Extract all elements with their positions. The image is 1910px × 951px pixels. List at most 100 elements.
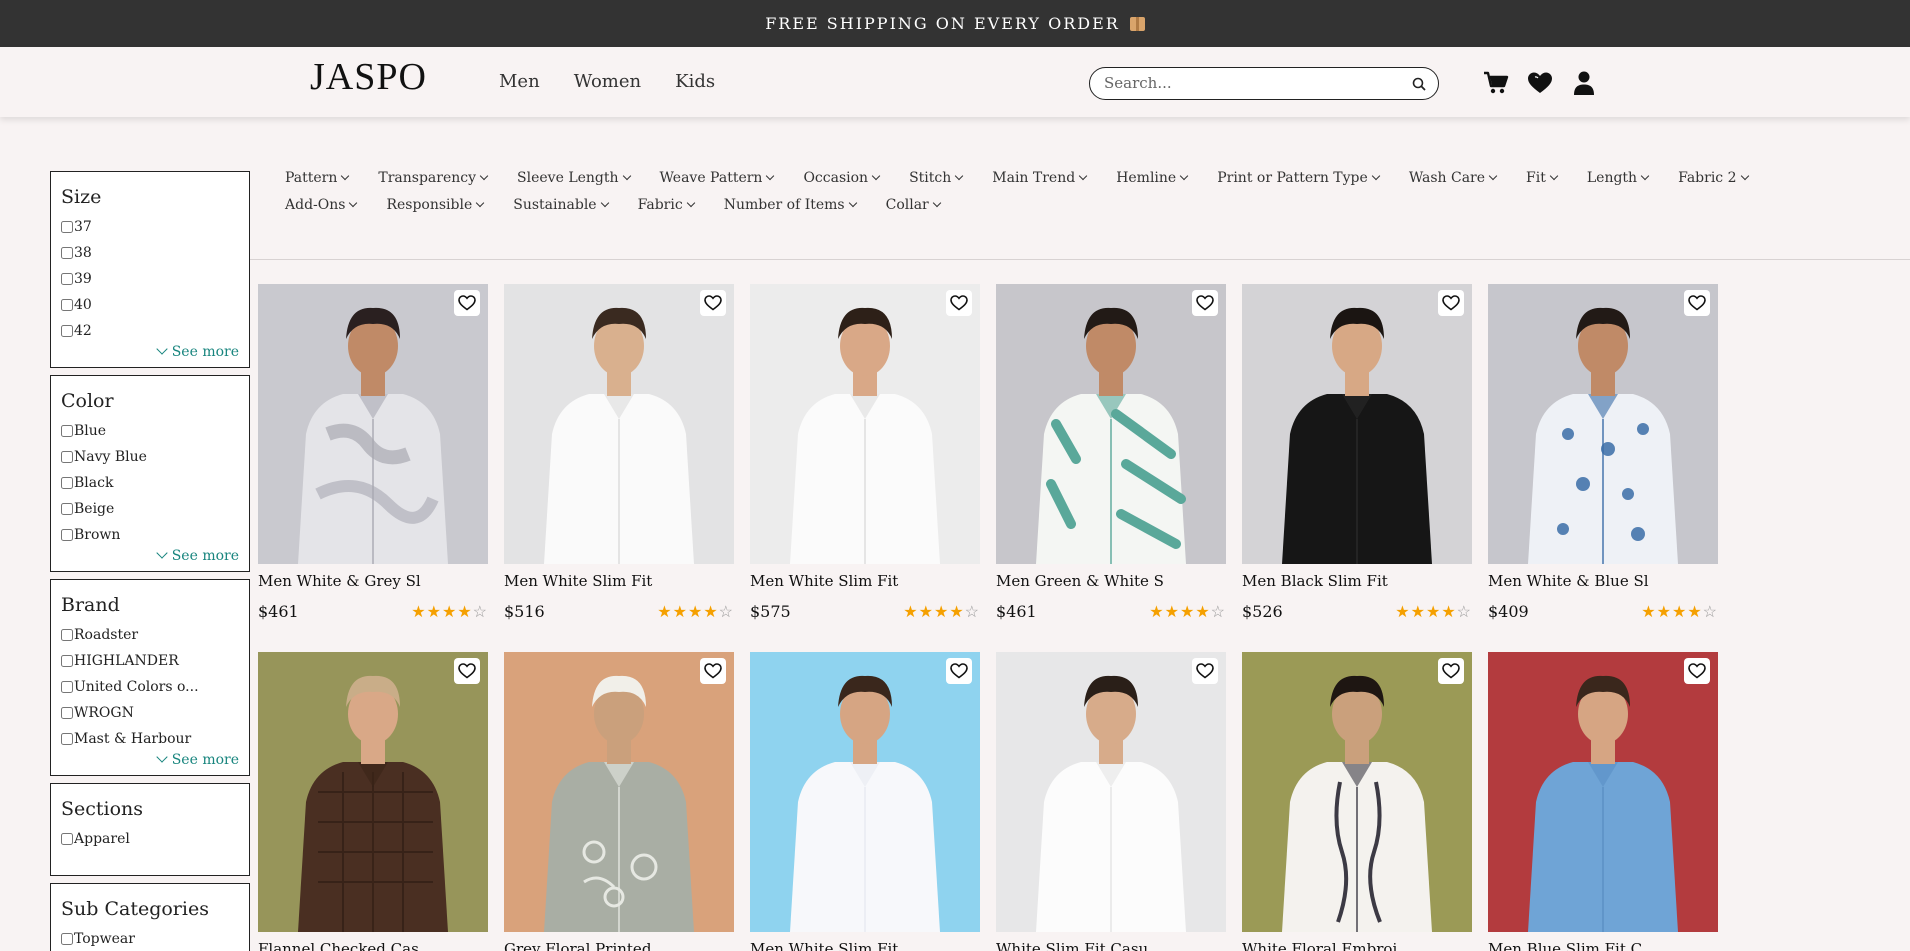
product-image[interactable] [1488,652,1718,932]
filter-dropdown-stitch[interactable]: Stitch [909,168,964,187]
product-image[interactable] [750,284,980,564]
filter-option[interactable]: HIGHLANDER [61,648,239,674]
see-more-link[interactable]: See more [61,343,239,364]
product-image[interactable] [1242,652,1472,932]
filter-dropdown-length[interactable]: Length [1587,168,1650,187]
filter-dropdown-print-or-pattern-type[interactable]: Print or Pattern Type [1217,168,1381,187]
wishlist-heart-icon[interactable] [946,658,972,684]
filter-dropdown-sleeve-length[interactable]: Sleeve Length [517,168,631,187]
product-image[interactable] [1488,284,1718,564]
product-card[interactable]: Men White Slim Fit $516 ★★★★☆ [504,284,734,628]
search-icon[interactable] [1412,77,1426,91]
cart-icon[interactable] [1482,69,1510,97]
nav-kids[interactable]: Kids [675,71,715,92]
filter-dropdown-hemline[interactable]: Hemline [1116,168,1189,187]
wishlist-heart-icon[interactable] [1526,69,1554,97]
wishlist-heart-icon[interactable] [1438,658,1464,684]
checkbox[interactable] [61,477,73,489]
filter-option[interactable]: Beige [61,496,239,522]
filter-dropdown-responsible[interactable]: Responsible [386,195,485,214]
filter-dropdown-weave-pattern[interactable]: Weave Pattern [660,168,775,187]
filter-dropdown-main-trend[interactable]: Main Trend [992,168,1088,187]
product-card[interactable]: Flannel Checked Cas [258,652,488,951]
product-card[interactable]: Men Green & White S $461 ★★★★☆ [996,284,1226,628]
product-name[interactable]: Men White & Blue Sl [1488,572,1718,592]
product-card[interactable]: Men Black Slim Fit $526 ★★★★☆ [1242,284,1472,628]
product-name[interactable]: Flannel Checked Cas [258,940,488,951]
checkbox[interactable] [61,733,73,745]
checkbox[interactable] [61,707,73,719]
checkbox[interactable] [61,833,73,845]
wishlist-heart-icon[interactable] [700,658,726,684]
checkbox[interactable] [61,681,73,693]
see-more-link[interactable]: See more [61,751,239,772]
filter-option[interactable]: WROGN [61,700,239,726]
product-name[interactable]: White Slim Fit Casu [996,940,1226,951]
product-image[interactable] [258,284,488,564]
product-image[interactable] [750,652,980,932]
filter-option[interactable]: 39 [61,266,239,292]
nav-women[interactable]: Women [574,71,641,92]
filter-option[interactable]: Topwear [61,926,239,951]
filter-option[interactable]: 38 [61,240,239,266]
product-card[interactable]: Grey Floral Printed [504,652,734,951]
wishlist-heart-icon[interactable] [454,658,480,684]
product-card[interactable]: Men White & Blue Sl $409 ★★★★☆ [1488,284,1718,628]
product-card[interactable]: Men White Slim Fit [750,652,980,951]
checkbox[interactable] [61,221,73,233]
filter-dropdown-wash-care[interactable]: Wash Care [1409,168,1498,187]
site-logo[interactable]: JASPO [310,55,427,99]
checkbox[interactable] [61,451,73,463]
filter-dropdown-fabric-2[interactable]: Fabric 2 [1678,168,1749,187]
checkbox[interactable] [61,325,73,337]
product-name[interactable]: Men Green & White S [996,572,1226,592]
product-card[interactable]: Men White Slim Fit $575 ★★★★☆ [750,284,980,628]
filter-option[interactable]: Mast & Harbour [61,726,239,752]
filter-option[interactable]: Brown [61,522,239,548]
checkbox[interactable] [61,425,73,437]
checkbox[interactable] [61,629,73,641]
filter-dropdown-add-ons[interactable]: Add-Ons [285,195,358,214]
filter-dropdown-sustainable[interactable]: Sustainable [513,195,609,214]
wishlist-heart-icon[interactable] [1684,290,1710,316]
wishlist-heart-icon[interactable] [454,290,480,316]
filter-dropdown-number-of-items[interactable]: Number of Items [724,195,857,214]
checkbox[interactable] [61,529,73,541]
product-image[interactable] [504,652,734,932]
product-image[interactable] [258,652,488,932]
product-card[interactable]: Men Blue Slim Fit C [1488,652,1718,951]
filter-option[interactable]: Navy Blue [61,444,239,470]
wishlist-heart-icon[interactable] [1192,290,1218,316]
wishlist-heart-icon[interactable] [1684,658,1710,684]
filter-dropdown-occasion[interactable]: Occasion [803,168,881,187]
filter-option[interactable]: 37 [61,214,239,240]
checkbox[interactable] [61,247,73,259]
product-name[interactable]: Grey Floral Printed [504,940,734,951]
filter-option[interactable]: Roadster [61,622,239,648]
wishlist-heart-icon[interactable] [1192,658,1218,684]
filter-option[interactable]: 40 [61,292,239,318]
product-name[interactable]: Men Black Slim Fit [1242,572,1472,592]
see-more-link[interactable]: See more [61,547,239,568]
product-card[interactable]: White Floral Embroi [1242,652,1472,951]
product-name[interactable]: Men White Slim Fit [750,940,980,951]
product-name[interactable]: White Floral Embroi [1242,940,1472,951]
checkbox[interactable] [61,933,73,945]
wishlist-heart-icon[interactable] [946,290,972,316]
product-card[interactable]: White Slim Fit Casu [996,652,1226,951]
product-name[interactable]: Men White Slim Fit [750,572,980,592]
filter-dropdown-transparency[interactable]: Transparency [378,168,489,187]
nav-men[interactable]: Men [499,71,540,92]
filter-option[interactable]: United Colors o... [61,674,239,700]
checkbox[interactable] [61,273,73,285]
filter-option[interactable]: 42 [61,318,239,344]
filter-dropdown-pattern[interactable]: Pattern [285,168,350,187]
product-name[interactable]: Men Blue Slim Fit C [1488,940,1718,951]
filter-option[interactable]: Apparel [61,826,239,852]
product-image[interactable] [1242,284,1472,564]
checkbox[interactable] [61,503,73,515]
user-account-icon[interactable] [1570,69,1598,97]
product-name[interactable]: Men White & Grey Sl [258,572,488,592]
filter-option[interactable]: Black [61,470,239,496]
checkbox[interactable] [61,655,73,667]
